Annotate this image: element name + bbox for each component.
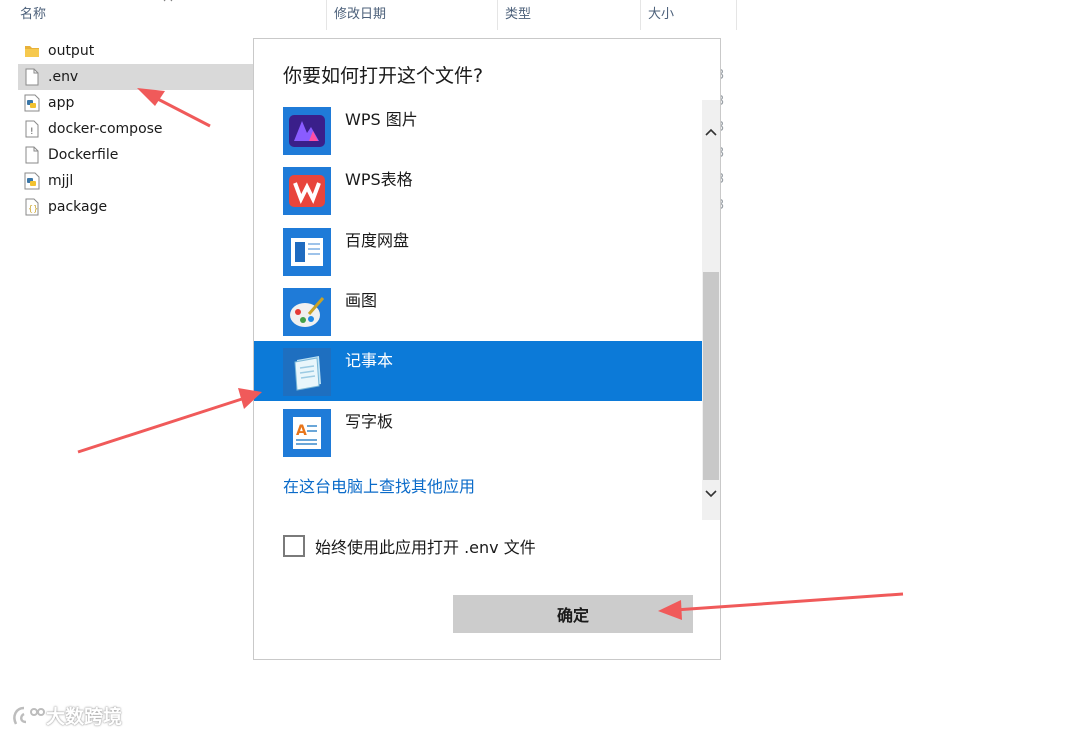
folder-icon xyxy=(24,42,40,60)
always-use-checkbox[interactable] xyxy=(283,535,305,557)
file-row-app[interactable]: app xyxy=(18,90,254,116)
file-list: output .env app ! docker-compose Dockerf… xyxy=(18,38,254,220)
app-item-paint[interactable]: 画图 xyxy=(254,281,702,341)
always-use-label: 始终使用此应用打开 .env 文件 xyxy=(315,538,536,557)
dialog-title: 你要如何打开这个文件? xyxy=(283,65,484,87)
json-file-icon: {} xyxy=(24,198,40,216)
file-icon xyxy=(24,68,40,86)
app-list-scrollbar[interactable] xyxy=(702,100,720,520)
app-label: 记事本 xyxy=(345,351,394,370)
file-row-env[interactable]: .env xyxy=(18,64,254,90)
watermark: 大数跨境 xyxy=(10,702,122,729)
scrollbar-thumb[interactable] xyxy=(703,272,719,480)
file-name: package xyxy=(48,199,108,215)
svg-text:{}: {} xyxy=(28,204,38,213)
app-label: 画图 xyxy=(345,291,378,310)
app-item-wordpad[interactable]: A 写字板 xyxy=(254,402,702,462)
notepad-icon xyxy=(283,348,331,396)
svg-text:A: A xyxy=(296,423,307,439)
more-apps-link[interactable]: 在这台电脑上查找其他应用 xyxy=(283,473,475,497)
python-file-icon xyxy=(24,172,40,190)
ok-button[interactable]: 确定 xyxy=(453,595,693,633)
file-row-output[interactable]: output xyxy=(18,38,254,64)
baidu-netdisk-icon xyxy=(283,228,331,276)
scroll-down-icon[interactable] xyxy=(703,485,719,503)
app-item-notepad[interactable]: 记事本 xyxy=(254,341,702,401)
python-file-icon xyxy=(24,94,40,112)
column-type[interactable]: 类型 xyxy=(497,0,641,30)
app-list: WPS 图片 WPS表格 百度网盘 画图 记事本 A 写字板 xyxy=(254,100,702,521)
app-item-baidu-netdisk[interactable]: 百度网盘 xyxy=(254,221,702,281)
file-name: Dockerfile xyxy=(48,147,119,163)
app-item-wps-photo[interactable]: WPS 图片 xyxy=(254,100,702,160)
file-row-docker-compose[interactable]: ! docker-compose xyxy=(18,116,254,142)
file-row-mjjl[interactable]: mjjl xyxy=(18,168,254,194)
column-name[interactable]: 名称 xyxy=(12,0,326,30)
file-name: docker-compose xyxy=(48,121,163,137)
app-label: WPS表格 xyxy=(345,170,413,189)
app-label: 百度网盘 xyxy=(345,231,410,250)
app-label: WPS 图片 xyxy=(345,110,418,129)
svg-text:!: ! xyxy=(30,127,34,137)
wps-spreadsheet-icon xyxy=(283,167,331,215)
open-with-dialog: 你要如何打开这个文件? WPS 图片 WPS表格 百度网盘 画图 记事本 A 写… xyxy=(253,38,721,660)
file-row-package[interactable]: {} package xyxy=(18,194,254,220)
watermark-logo-icon xyxy=(13,706,45,725)
watermark-text: 大数跨境 xyxy=(46,706,123,728)
always-use-option[interactable]: 始终使用此应用打开 .env 文件 xyxy=(283,534,536,558)
sort-caret-icon xyxy=(163,0,173,2)
paint-icon xyxy=(283,288,331,336)
scroll-up-icon[interactable] xyxy=(703,123,719,141)
wps-photo-icon xyxy=(283,107,331,155)
app-label: 写字板 xyxy=(345,412,394,431)
column-header: 名称 修改日期 类型 大小 xyxy=(0,0,737,30)
file-name: output xyxy=(48,43,95,59)
file-icon xyxy=(24,146,40,164)
file-name: app xyxy=(48,95,75,111)
file-name: .env xyxy=(48,69,79,85)
app-item-wps-spreadsheet[interactable]: WPS表格 xyxy=(254,160,702,220)
column-size[interactable]: 大小 xyxy=(640,0,737,30)
file-row-dockerfile[interactable]: Dockerfile xyxy=(18,142,254,168)
column-modified[interactable]: 修改日期 xyxy=(326,0,498,30)
file-name: mjjl xyxy=(48,173,74,189)
wordpad-icon: A xyxy=(283,409,331,457)
yaml-file-icon: ! xyxy=(24,120,40,138)
column-divider[interactable] xyxy=(736,0,737,30)
